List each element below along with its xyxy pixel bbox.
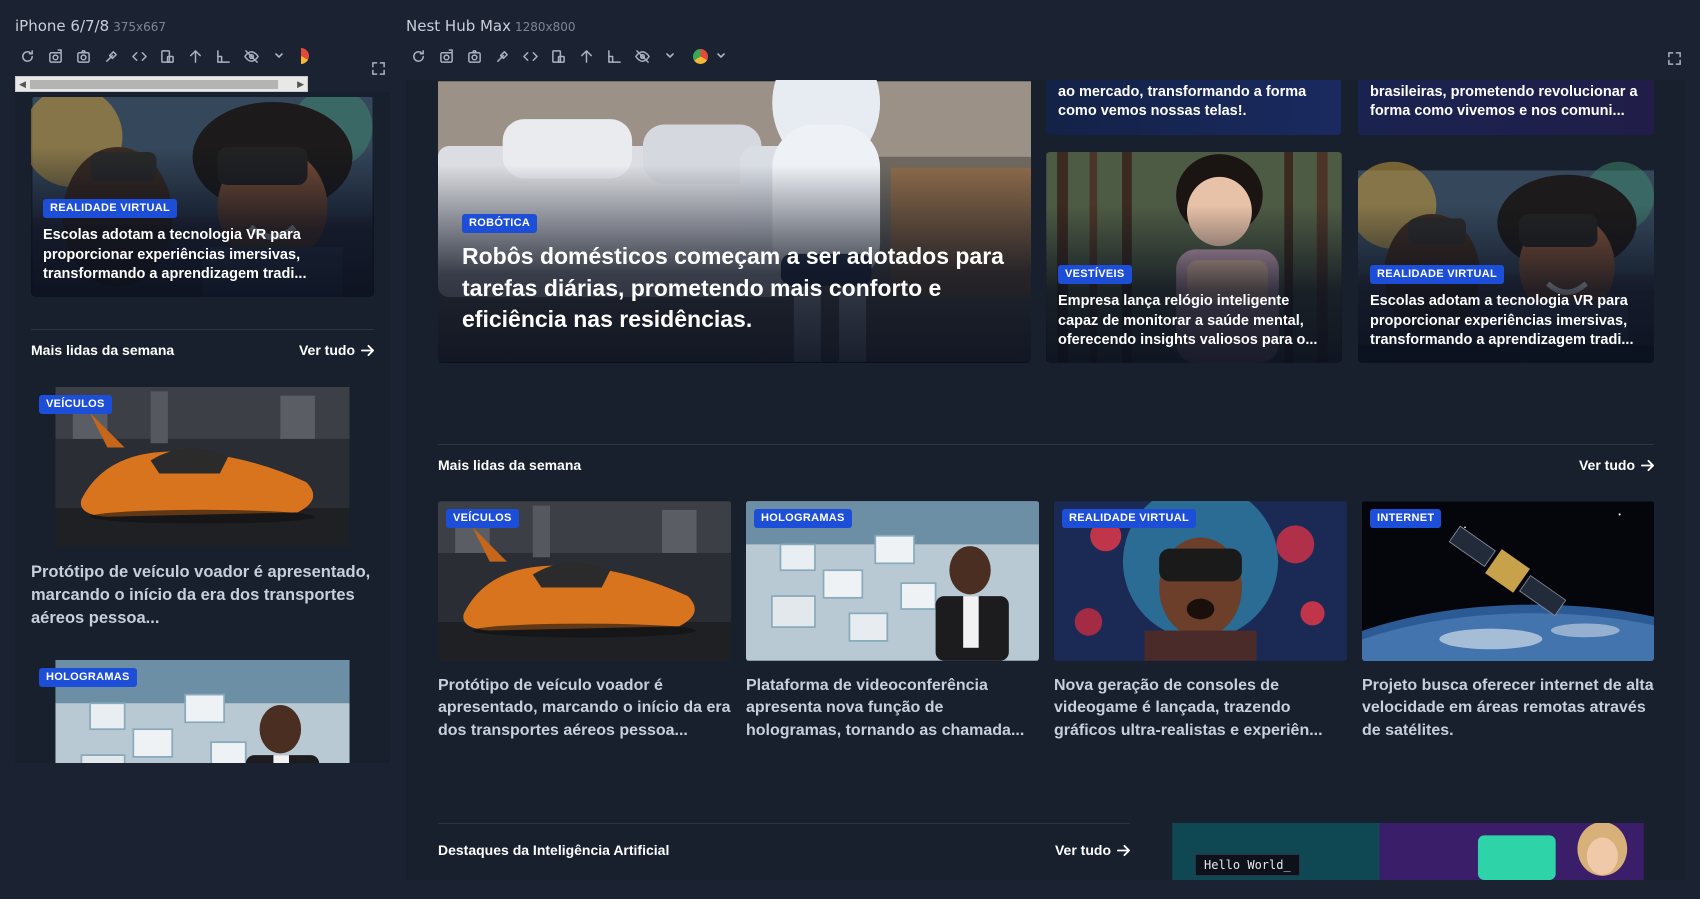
scroll-top-icon[interactable]: [577, 47, 595, 65]
camera-icon[interactable]: [465, 47, 483, 65]
phone-list-item[interactable]: VEÍCULOS Protótipo de veículo voador é a…: [31, 387, 374, 630]
nest-device-size: 1280x800: [515, 20, 576, 34]
see-all-link[interactable]: Ver tudo: [1055, 842, 1130, 858]
category-badge[interactable]: ROBÓTICA: [462, 213, 538, 233]
section-title: Mais lidas da semana: [31, 342, 175, 358]
nest-viewport: ao mercado, transformando a forma como v…: [406, 80, 1685, 880]
divider: [438, 444, 1654, 445]
promo-banner[interactable]: Hello World_: [1162, 823, 1654, 880]
color-picker-icon[interactable]: [102, 47, 120, 65]
see-all-label: Ver tudo: [1054, 842, 1111, 858]
rotate-icon[interactable]: [158, 47, 176, 65]
phone-most-read-header: Mais lidas da semana Ver tudo: [31, 342, 374, 358]
scroll-left-icon[interactable]: ◀: [19, 79, 26, 90]
nest-partial-card[interactable]: ao mercado, transformando a forma como v…: [1046, 80, 1341, 135]
phone-device-size: 375x667: [113, 20, 167, 34]
chrome-icon[interactable]: [693, 48, 708, 64]
code-icon[interactable]: [130, 47, 148, 65]
nest-device-name: Nest Hub Max: [406, 17, 511, 35]
category-badge[interactable]: REALIDADE VIRTUAL: [1062, 509, 1196, 528]
code-icon[interactable]: [521, 47, 539, 65]
nest-main-card[interactable]: ROBÓTICA Robôs domésticos começam a ser …: [438, 80, 1031, 363]
item-title[interactable]: Plataforma de videoconferência apresenta…: [746, 675, 1039, 742]
see-all-link[interactable]: Ver tudo: [1579, 457, 1654, 473]
card-title[interactable]: Escolas adotam a tecnologia VR para prop…: [1370, 292, 1642, 351]
nest-toolbar: [409, 47, 730, 65]
chrome-icon[interactable]: [301, 48, 309, 64]
arrow-right-icon: [1641, 459, 1654, 471]
screenshot-viewport-icon[interactable]: [437, 47, 455, 65]
chevron-down-icon[interactable]: [712, 47, 730, 65]
see-all-link[interactable]: Ver tudo: [299, 342, 374, 358]
visibility-icon[interactable]: [633, 47, 651, 65]
rotate-icon[interactable]: [549, 47, 567, 65]
most-read-item[interactable]: INTERNET Projeto busca oferecer internet…: [1362, 501, 1654, 742]
most-read-item[interactable]: REALIDADE VIRTUAL Nova geração de consol…: [1054, 501, 1347, 742]
nest-device-header: Nest Hub Max 1280x800: [406, 17, 576, 35]
item-title[interactable]: Nova geração de consoles de videogame é …: [1054, 675, 1347, 742]
category-badge[interactable]: REALIDADE VIRTUAL: [1370, 265, 1504, 285]
card-title[interactable]: Escolas adotam a tecnologia VR para prop…: [43, 226, 362, 285]
nest-partial-card[interactable]: brasileiras, prometendo revolucionar a f…: [1358, 80, 1654, 135]
phone-device-header: iPhone 6/7/8 375x667: [15, 17, 166, 35]
phone-fullscreen-icon[interactable]: [369, 59, 387, 77]
screenshot-viewport-icon[interactable]: [46, 47, 64, 65]
scroll-top-icon[interactable]: [186, 47, 204, 65]
phone-list-item[interactable]: HOLOGRAMAS: [31, 660, 374, 763]
section-title: Mais lidas da semana: [438, 457, 582, 473]
category-badge[interactable]: HOLOGRAMAS: [39, 668, 137, 687]
chevron-down-icon[interactable]: [270, 47, 288, 65]
category-badge[interactable]: VEÍCULOS: [446, 509, 519, 528]
category-badge[interactable]: REALIDADE VIRTUAL: [43, 199, 177, 219]
category-badge[interactable]: VEÍCULOS: [39, 395, 112, 414]
phone-hero-card[interactable]: REALIDADE VIRTUAL Escolas adotam a tecno…: [31, 97, 374, 297]
nest-side-card[interactable]: REALIDADE VIRTUAL Escolas adotam a tecno…: [1358, 152, 1654, 363]
most-read-item[interactable]: HOLOGRAMAS Plataforma de videoconferênci…: [746, 501, 1039, 742]
refresh-icon[interactable]: [18, 47, 36, 65]
nest-fullscreen-icon[interactable]: [1665, 49, 1683, 67]
arrow-right-icon: [361, 344, 374, 356]
see-all-label: Ver tudo: [298, 342, 355, 358]
refresh-icon[interactable]: [409, 47, 427, 65]
ruler-icon[interactable]: [605, 47, 623, 65]
arrow-right-icon: [1117, 844, 1130, 856]
item-title[interactable]: Projeto busca oferecer internet de alta …: [1362, 675, 1654, 742]
phone-device-name: iPhone 6/7/8: [15, 17, 110, 35]
most-read-item[interactable]: VEÍCULOS Protótipo de veículo voador é a…: [438, 501, 731, 742]
chevron-down-icon[interactable]: [661, 47, 679, 65]
nest-side-card[interactable]: VESTÍVEIS Empresa lança relógio intelige…: [1046, 152, 1342, 363]
divider: [438, 823, 1130, 824]
nest-most-read-header: Mais lidas da semana Ver tudo: [438, 457, 1654, 473]
scroll-right-icon[interactable]: ▶: [297, 79, 304, 90]
category-badge[interactable]: INTERNET: [1370, 509, 1442, 528]
visibility-icon[interactable]: [242, 47, 260, 65]
card-title[interactable]: ao mercado, transformando a forma como v…: [1058, 83, 1329, 122]
card-title[interactable]: brasileiras, prometendo revolucionar a f…: [1370, 83, 1642, 122]
card-title[interactable]: Robôs domésticos começam a ser adotados …: [462, 241, 1007, 336]
nest-ai-header: Destaques da Inteligência Artificial Ver…: [438, 842, 1130, 858]
section-title: Destaques da Inteligência Artificial: [438, 842, 670, 858]
divider: [31, 329, 374, 330]
color-picker-icon[interactable]: [493, 47, 511, 65]
camera-icon[interactable]: [74, 47, 92, 65]
category-badge[interactable]: VESTÍVEIS: [1058, 265, 1132, 285]
phone-horizontal-scrollbar[interactable]: ◀ ▶: [15, 76, 308, 92]
ruler-icon[interactable]: [214, 47, 232, 65]
see-all-label: Ver tudo: [1578, 457, 1635, 473]
item-title[interactable]: Protótipo de veículo voador é apresentad…: [438, 675, 731, 742]
promo-code-text: Hello World_: [1195, 854, 1300, 876]
phone-viewport: REALIDADE VIRTUAL Escolas adotam a tecno…: [15, 92, 390, 763]
phone-toolbar: [18, 47, 314, 65]
card-title[interactable]: Empresa lança relógio inteligente capaz …: [1058, 292, 1330, 351]
scrollbar-thumb[interactable]: [30, 80, 278, 89]
category-badge[interactable]: HOLOGRAMAS: [754, 509, 852, 528]
item-title[interactable]: Protótipo de veículo voador é apresentad…: [31, 561, 374, 630]
